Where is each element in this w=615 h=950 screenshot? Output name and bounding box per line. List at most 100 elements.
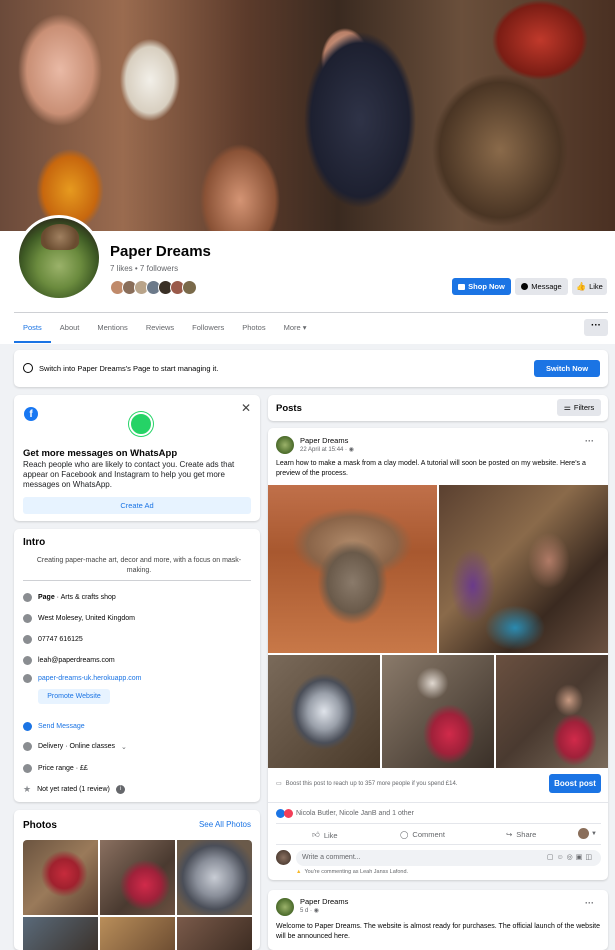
shop-now-label: Shop Now	[468, 282, 505, 291]
see-all-photos-link[interactable]: See All Photos	[199, 820, 251, 829]
shop-now-button[interactable]: Shop Now	[452, 278, 511, 295]
post-time: 5 d ·	[300, 908, 314, 914]
divider	[23, 580, 251, 581]
like-page-button[interactable]: 👍 Like	[572, 278, 607, 295]
intro-rating: ★ Not yet rated (1 review) i	[23, 784, 125, 795]
switch-banner-text: Switch into Paper Dreams's Page to start…	[39, 364, 219, 373]
comment-icon: ◯	[400, 830, 409, 839]
like-action-label: Like	[323, 830, 338, 840]
post-photo-working[interactable]	[382, 655, 494, 768]
post-time: 22 April at 15:44 ·	[300, 447, 349, 453]
tab-about[interactable]: About	[51, 313, 89, 343]
switch-now-button[interactable]: Switch Now	[534, 360, 600, 377]
boost-info: ▭ Boost this post to reach up to 357 mor…	[276, 780, 457, 788]
filter-icon: ⚌	[563, 403, 571, 412]
divider	[268, 802, 608, 803]
share-button[interactable]: ↪ Share	[506, 830, 536, 839]
post-timestamp[interactable]: 5 d · ◉	[300, 907, 319, 914]
post-photo-silver-mask[interactable]	[268, 655, 380, 768]
phone-text: 07747 616125	[38, 636, 83, 643]
thumbs-up-icon: 👍︎	[312, 830, 320, 839]
facebook-icon: f	[24, 407, 38, 421]
whatsapp-title: Get more messages on WhatsApp	[23, 448, 178, 459]
photo-thumbnail[interactable]	[23, 840, 98, 915]
comment-input[interactable]: Write a comment... ▢☺◎▣◫	[296, 850, 601, 866]
comment-button[interactable]: ◯ Comment	[400, 830, 445, 839]
follower-avatars[interactable]	[110, 280, 197, 295]
globe-icon	[23, 674, 32, 683]
filters-button[interactable]: ⚌ Filters	[557, 399, 601, 416]
info-icon	[23, 593, 32, 602]
intro-category: Page · Arts & crafts shop	[23, 593, 116, 602]
page-title: Paper Dreams	[110, 243, 211, 260]
avatar[interactable]	[182, 280, 197, 295]
messenger-icon	[521, 283, 529, 290]
create-ad-button[interactable]: Create Ad	[23, 497, 251, 514]
post-text: Learn how to make a mask from a clay mod…	[276, 460, 586, 477]
promote-website-button[interactable]: Promote Website	[38, 689, 110, 704]
post-options-icon[interactable]: ···	[585, 898, 594, 908]
tab-more[interactable]: More ▾	[275, 313, 316, 343]
info-icon[interactable]: i	[115, 785, 125, 794]
photo-thumbnail[interactable]	[177, 840, 252, 915]
intro-price: Price range · ££	[23, 764, 88, 773]
post-author[interactable]: Paper Dreams	[300, 436, 348, 445]
tab-reviews[interactable]: Reviews	[137, 313, 183, 343]
photo-thumbnail[interactable]	[23, 917, 98, 950]
avatar[interactable]	[276, 436, 294, 454]
messenger-icon	[23, 722, 32, 731]
post-author[interactable]: Paper Dreams	[300, 897, 348, 906]
message-button[interactable]: Message	[515, 278, 568, 295]
whatsapp-promo-card: f ✕ Get more messages on WhatsApp Reach …	[14, 395, 260, 521]
post-timestamp[interactable]: 22 April at 15:44 · ◉	[300, 446, 354, 453]
reactions-summary[interactable]: Nicola Butler, Nicole JanB and 1 other	[276, 809, 414, 818]
star-icon: ★	[23, 784, 32, 794]
photo-thumbnail[interactable]	[100, 840, 175, 915]
page-stats[interactable]: 7 likes • 7 followers	[110, 264, 178, 273]
comment-action-label: Comment	[412, 830, 445, 839]
intro-bio: Creating paper-mache art, decor and more…	[36, 557, 242, 574]
like-post-button[interactable]: 👍︎ Like	[312, 830, 338, 840]
category-label: · Arts & crafts shop	[54, 594, 116, 601]
post-photo-artist[interactable]	[496, 655, 608, 768]
post-options-icon[interactable]: ···	[585, 436, 594, 446]
shop-icon	[458, 283, 466, 290]
more-options-button[interactable]: ···	[584, 319, 608, 336]
avatar[interactable]	[276, 850, 291, 865]
post-photo-workshop[interactable]	[439, 485, 608, 653]
website-link[interactable]: paper-dreams-uk.herokuapp.com	[38, 675, 142, 682]
tab-followers[interactable]: Followers	[183, 313, 233, 343]
rating-text: Not yet rated (1 review)	[37, 786, 110, 793]
profile-picture[interactable]	[16, 215, 102, 301]
avatar	[578, 828, 589, 839]
delivery-icon	[23, 742, 32, 751]
intro-title: Intro	[23, 537, 46, 548]
emoji-icons[interactable]: ▢☺◎▣◫	[547, 853, 595, 861]
cover-photo[interactable]	[0, 0, 615, 231]
photo-thumbnail[interactable]	[177, 917, 252, 950]
chevron-down-icon[interactable]: ⌄	[121, 743, 127, 751]
post-photo-clay-mask[interactable]	[268, 485, 437, 653]
post-text: Welcome to Paper Dreams. The website is …	[276, 923, 600, 940]
send-message-link[interactable]: Send Message	[38, 723, 85, 730]
tab-photos[interactable]: Photos	[233, 313, 274, 343]
whatsapp-icon	[129, 412, 153, 436]
intro-card: Intro Creating paper-mache art, decor an…	[14, 529, 260, 802]
avatar[interactable]	[276, 898, 294, 916]
post-as-selector[interactable]: ▼	[578, 828, 597, 839]
intro-delivery: Delivery · Online classes ⌄	[23, 742, 127, 751]
boost-post-button[interactable]: Boost post	[549, 774, 601, 793]
whatsapp-body: Reach people who are likely to contact y…	[23, 460, 235, 489]
intro-send-message: Send Message	[23, 722, 85, 731]
tab-posts[interactable]: Posts	[14, 313, 51, 343]
post-card: Paper Dreams 5 d · ◉ ··· Welcome to Pape…	[268, 890, 608, 950]
photo-thumbnail[interactable]	[100, 917, 175, 950]
globe-icon: ◉	[313, 908, 319, 914]
thumbs-up-icon: 👍	[576, 282, 587, 291]
category-page-label: Page	[38, 594, 55, 601]
price-text: Price range · ££	[38, 765, 88, 772]
switch-profile-icon	[23, 363, 33, 373]
location-text: West Molesey, United Kingdom	[38, 615, 136, 622]
tab-mentions[interactable]: Mentions	[88, 313, 136, 343]
close-icon[interactable]: ✕	[241, 401, 251, 415]
